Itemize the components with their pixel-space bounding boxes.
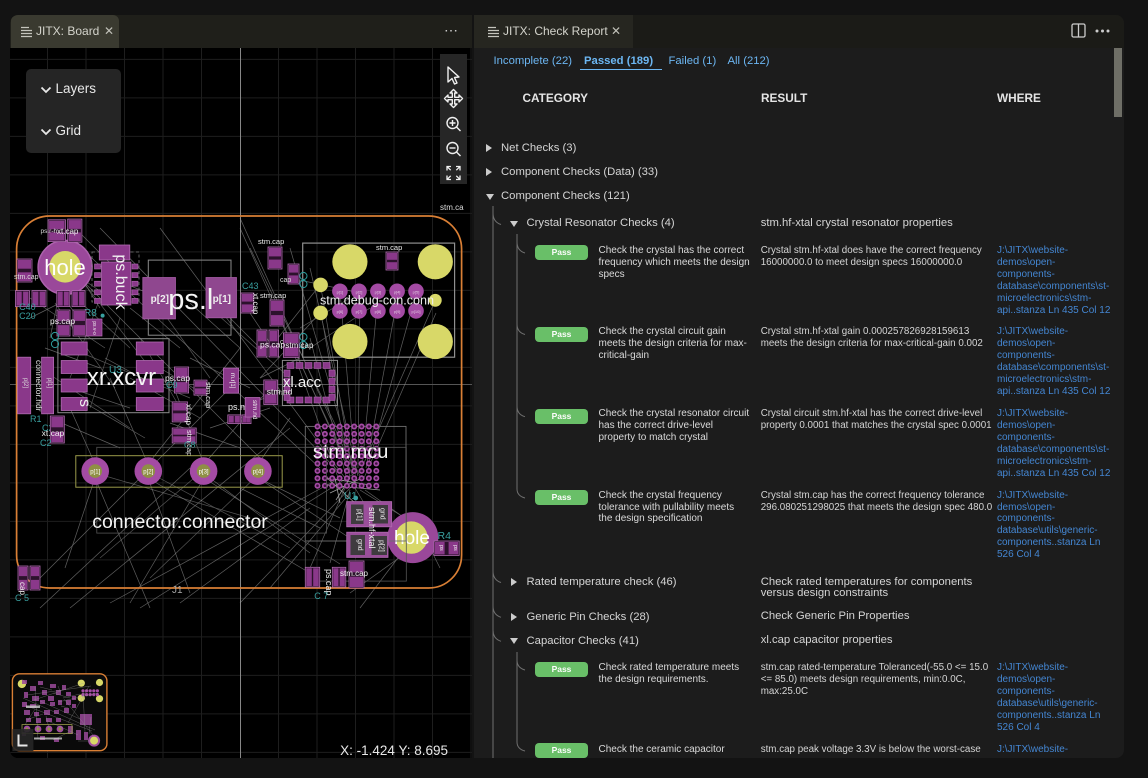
svg-text:C 7: C 7 bbox=[314, 591, 328, 601]
svg-text:stm.cap: stm.cap bbox=[376, 243, 402, 252]
svg-text:p[8]: p[8] bbox=[375, 309, 382, 314]
svg-text:ps.cap: ps.cap bbox=[50, 316, 75, 326]
svg-text:C9: C9 bbox=[166, 380, 178, 390]
svg-text:p[10]: p[10] bbox=[412, 309, 421, 314]
svg-text:stm.debug-con.conn: stm.debug-con.conn bbox=[320, 294, 434, 308]
svg-text:p[2]: p[2] bbox=[151, 294, 169, 305]
svg-text:xt.cap: xt.cap bbox=[251, 293, 260, 315]
svg-text:stm.cap: stm.cap bbox=[340, 569, 369, 578]
svg-text:stm.cap: stm.cap bbox=[14, 274, 39, 281]
svg-text:J1: J1 bbox=[172, 585, 183, 596]
svg-text:U3: U3 bbox=[109, 365, 122, 376]
svg-text:stm.nd: stm.nd bbox=[251, 400, 258, 420]
svg-text:s: s bbox=[76, 399, 93, 407]
svg-text:ps.l: ps.l bbox=[168, 284, 213, 316]
svg-text:stm.cap: stm.cap bbox=[260, 291, 286, 300]
svg-text:p[4]: p[4] bbox=[253, 470, 263, 476]
svg-text:hole: hole bbox=[394, 528, 430, 549]
svg-text:stm.cap: stm.cap bbox=[285, 341, 314, 350]
svg-text:C 5: C 5 bbox=[15, 593, 29, 603]
svg-text:connector.connector: connector.connector bbox=[92, 511, 268, 533]
svg-text:X: -1.424 Y: 8.695: X: -1.424 Y: 8.695 bbox=[340, 743, 448, 758]
svg-text:gnd: gnd bbox=[356, 539, 363, 551]
svg-text:p[1]: p[1] bbox=[213, 294, 231, 305]
svg-text:m.r[1]: m.r[1] bbox=[229, 373, 235, 389]
svg-text:p[9]: p[9] bbox=[394, 309, 401, 314]
svg-text:connector.hdr: connector.hdr bbox=[34, 360, 44, 412]
svg-text:p[2]: p[2] bbox=[143, 470, 153, 476]
svg-text:gnd: gnd bbox=[379, 508, 386, 520]
svg-text:ps.v-o: ps.v-o bbox=[91, 321, 97, 335]
svg-text:stm.mcu: stm.mcu bbox=[313, 441, 389, 463]
svg-text:C8: C8 bbox=[184, 440, 196, 450]
svg-text:stm.cap: stm.cap bbox=[204, 382, 213, 408]
svg-text:ps: ps bbox=[438, 545, 444, 551]
svg-text:R1: R1 bbox=[30, 414, 42, 424]
svg-text:xl.cap: xl.cap bbox=[184, 404, 193, 425]
svg-text:C2: C2 bbox=[40, 438, 52, 448]
svg-text:p[1]: p[1] bbox=[356, 509, 363, 521]
svg-text:ps.buck: ps.buck bbox=[112, 254, 129, 310]
svg-text:p[1]: p[1] bbox=[90, 470, 100, 476]
svg-text:stm.cap: stm.cap bbox=[258, 237, 284, 246]
svg-text:stm.hf-xtal: stm.hf-xtal bbox=[367, 507, 377, 549]
svg-text:ps: ps bbox=[452, 545, 458, 551]
svg-text:C43: C43 bbox=[242, 281, 259, 291]
svg-text:p[2]: p[2] bbox=[378, 540, 385, 552]
svg-text:cap: cap bbox=[280, 277, 291, 284]
svg-text:p[3]: p[3] bbox=[199, 470, 209, 476]
svg-text:hole: hole bbox=[44, 255, 86, 280]
svg-text:R4: R4 bbox=[438, 530, 452, 542]
svg-text:stm.ca: stm.ca bbox=[440, 203, 464, 212]
svg-text:stm.nd: stm.nd bbox=[267, 387, 293, 397]
svg-text:p[1]: p[1] bbox=[46, 378, 52, 388]
svg-text:xt.cap: xt.cap bbox=[57, 227, 79, 236]
svg-text:ps.r-h: ps.r-h bbox=[41, 228, 58, 235]
svg-text:p[7]: p[7] bbox=[356, 309, 363, 314]
svg-text:xt.cap: xt.cap bbox=[42, 428, 65, 438]
svg-text:p[6]: p[6] bbox=[337, 309, 344, 314]
svg-text:p[2]: p[2] bbox=[22, 378, 28, 388]
svg-text:C20: C20 bbox=[19, 311, 36, 321]
svg-text:ps.cap: ps.cap bbox=[260, 340, 285, 350]
